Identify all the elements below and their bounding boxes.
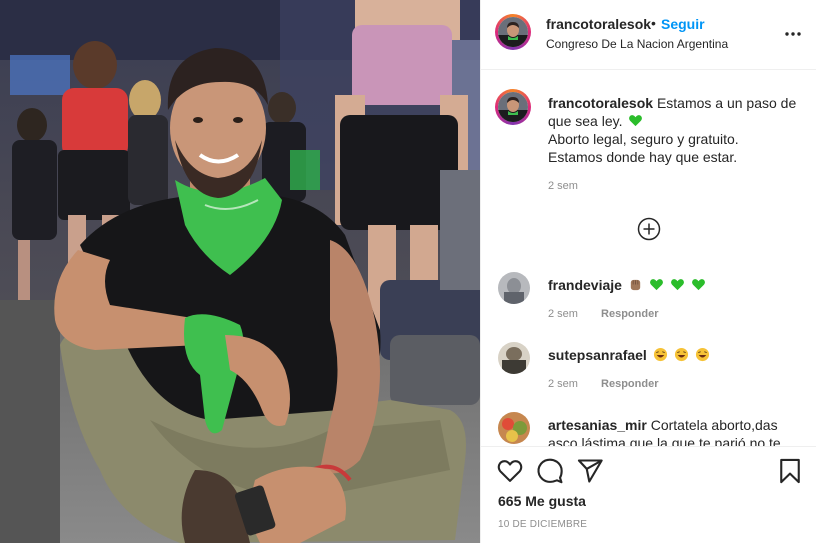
- comment-timestamp[interactable]: 2 sem: [548, 378, 578, 390]
- caption-line-2: Aborto legal, seguro y gratuito.: [548, 131, 739, 147]
- comment-text: sutepsanrafael: [548, 346, 803, 364]
- avatar-image: [498, 92, 528, 122]
- instagram-post: francotoralesok • Seguir Congreso De La …: [0, 0, 816, 543]
- green-heart-icon: [649, 279, 663, 291]
- post-date[interactable]: 10 DE DICIEMBRE: [498, 519, 587, 530]
- green-heart-icon: [670, 279, 684, 291]
- comment-timestamp[interactable]: 2 sem: [548, 308, 578, 320]
- likes-count[interactable]: 665 Me gusta: [498, 493, 586, 509]
- commenter-avatar[interactable]: [498, 272, 530, 304]
- comment-text: frandeviaje: [548, 276, 803, 294]
- post-side-panel: francotoralesok • Seguir Congreso De La …: [480, 0, 816, 543]
- laughing-face-icon: [695, 347, 709, 362]
- separator-dot: •: [651, 15, 656, 31]
- caption-text: francotoralesok Estamos a un paso de que…: [548, 94, 803, 166]
- avatar-image: [498, 272, 530, 304]
- comment-meta: 2 sem Responder: [548, 378, 659, 390]
- commenter-avatar[interactable]: [498, 342, 530, 374]
- three-dots-icon[interactable]: [781, 22, 805, 46]
- reply-button[interactable]: Responder: [601, 378, 658, 390]
- laughing-face-icon: [674, 347, 688, 362]
- photo-illustration: [0, 0, 480, 543]
- caption-author-avatar[interactable]: [495, 89, 531, 125]
- laughing-face-icon: [653, 347, 667, 362]
- bookmark-icon[interactable]: [776, 457, 804, 485]
- comment-meta: 2 sem Responder: [548, 308, 659, 320]
- author-avatar[interactable]: [495, 14, 531, 50]
- commenter-username[interactable]: frandeviaje: [548, 277, 622, 293]
- caption-username[interactable]: francotoralesok: [548, 95, 653, 111]
- post-location[interactable]: Congreso De La Nacion Argentina: [546, 37, 728, 51]
- follow-button[interactable]: Seguir: [661, 16, 705, 32]
- plus-circle-icon[interactable]: [637, 217, 661, 241]
- commenter-username[interactable]: sutepsanrafael: [548, 347, 647, 363]
- avatar-image: [498, 342, 530, 374]
- paper-plane-icon[interactable]: [576, 457, 604, 485]
- comment-item: artesanias_mir Cortatela aborto,das asco…: [481, 412, 816, 446]
- comment-text: artesanias_mir Cortatela aborto,das asco…: [548, 416, 793, 446]
- caption-timestamp[interactable]: 2 sem: [548, 180, 578, 192]
- post-photo[interactable]: [0, 0, 480, 543]
- avatar-image: [498, 17, 528, 47]
- comment-item: sutepsanrafael 2 sem Responder: [481, 342, 816, 402]
- comment-item: frandeviaje 2 sem Responder: [481, 272, 816, 332]
- fist-emoji-icon: [630, 279, 641, 291]
- comment-icon[interactable]: [536, 457, 564, 485]
- caption-line-3: Estamos donde hay que estar.: [548, 149, 738, 165]
- post-header: francotoralesok • Seguir Congreso De La …: [481, 0, 816, 70]
- green-heart-icon: [629, 115, 643, 127]
- green-heart-icon: [691, 279, 705, 291]
- heart-icon[interactable]: [496, 457, 524, 485]
- avatar-image: [498, 412, 530, 444]
- author-username[interactable]: francotoralesok: [546, 16, 651, 32]
- reply-button[interactable]: Responder: [601, 308, 658, 320]
- comments-scroll-clip: artesanias_mir Cortatela aborto,das asco…: [481, 404, 816, 446]
- post-actions-bar: 665 Me gusta 10 DE DICIEMBRE: [481, 446, 816, 543]
- commenter-username[interactable]: artesanias_mir: [548, 417, 647, 433]
- commenter-avatar[interactable]: [498, 412, 530, 444]
